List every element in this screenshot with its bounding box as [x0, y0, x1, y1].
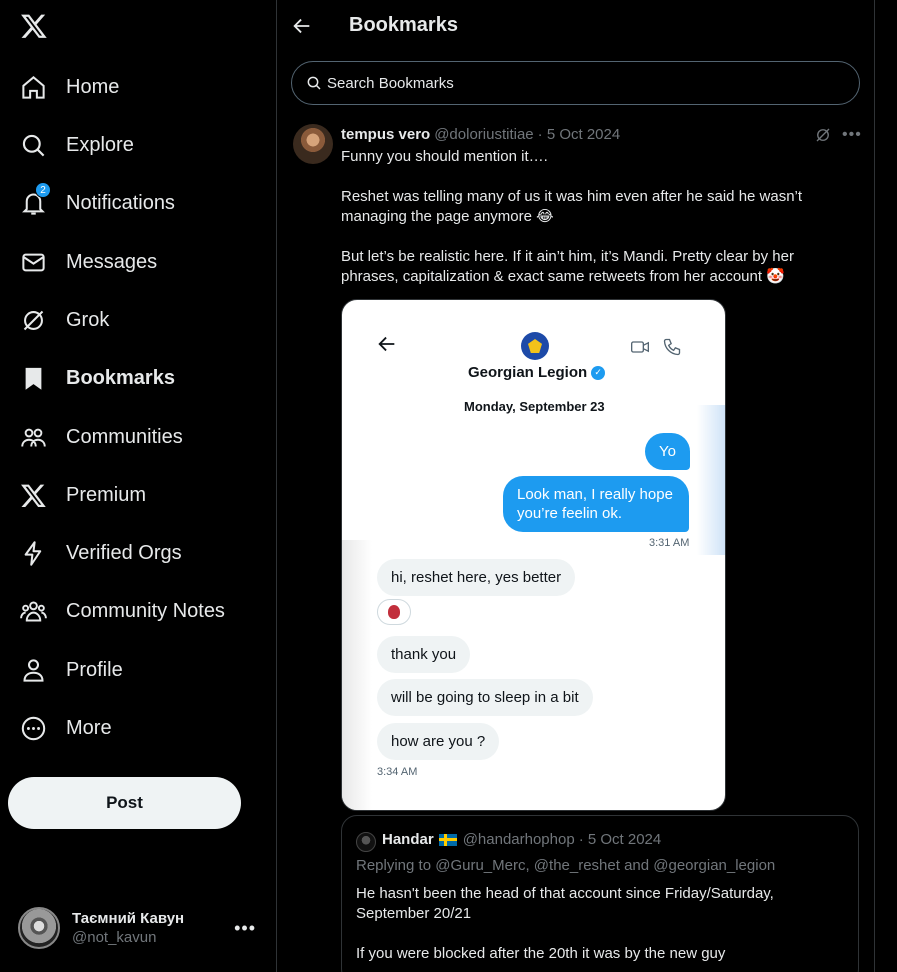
- sidebar-item-label: Verified Orgs: [66, 541, 182, 564]
- sidebar-item-verified-orgs[interactable]: Verified Orgs: [18, 531, 182, 575]
- quoted-author-name: Handar: [382, 831, 434, 848]
- blurred-edge: [697, 405, 725, 555]
- tweet-actions: •••: [814, 126, 862, 144]
- tweet-text: Funny you should mention it…. Reshet was…: [341, 148, 803, 285]
- notification-badge: 2: [35, 182, 51, 198]
- person-icon: [18, 655, 48, 685]
- sidebar-item-label: Notifications: [66, 191, 175, 214]
- quoted-tweet-header: Handar @handarhophop · 5 Oct 2024: [382, 831, 661, 848]
- search-input[interactable]: [327, 74, 827, 92]
- sent-message: Look man, I really hope you’re feelin ok…: [503, 476, 689, 532]
- received-message: how are you ?: [377, 723, 500, 760]
- post-button[interactable]: Post: [8, 777, 241, 829]
- page-title: Bookmarks: [349, 14, 458, 36]
- quoted-author-handle: @handarhophop: [462, 831, 575, 848]
- quoted-tweet[interactable]: Handar @handarhophop · 5 Oct 2024 Replyi…: [341, 815, 859, 972]
- home-icon: [18, 72, 48, 102]
- dm-date: Monday, September 23: [464, 399, 605, 414]
- account-switcher[interactable]: Таємний Кавун @not_kavun •••: [18, 903, 268, 953]
- phone-icon: [663, 338, 681, 356]
- sidebar-item-label: Explore: [66, 133, 134, 156]
- sidebar-item-label: Grok: [66, 308, 110, 331]
- page-header: Bookmarks: [277, 0, 876, 54]
- grok-icon: [18, 305, 48, 335]
- sidebar-item-communities[interactable]: Communities: [18, 415, 183, 459]
- communities-icon: [18, 422, 48, 452]
- sweden-flag-icon: [438, 833, 457, 846]
- received-message: hi, reshet here, yes better: [377, 559, 576, 596]
- lightning-icon: [18, 538, 48, 568]
- sent-message: Yo: [645, 433, 690, 470]
- sidebar-item-home[interactable]: Home: [18, 65, 119, 109]
- main-column: Bookmarks tempus vero @doloriustitiae · …: [276, 0, 875, 972]
- sidebar-item-messages[interactable]: Messages: [18, 240, 157, 284]
- message-timestamp: 3:34 AM: [377, 766, 418, 778]
- contact-avatar: [521, 332, 549, 360]
- video-call-icon: [631, 341, 649, 353]
- tweet-author-name[interactable]: tempus vero: [341, 126, 430, 143]
- search-icon: [307, 76, 321, 90]
- sidebar-item-bookmarks[interactable]: Bookmarks: [18, 356, 175, 400]
- sidebar-item-premium[interactable]: Premium: [18, 473, 146, 517]
- received-message: will be going to sleep in a bit: [377, 679, 593, 716]
- community-notes-icon: [18, 596, 48, 626]
- tweet-header: tempus vero @doloriustitiae · 5 Oct 2024: [341, 126, 620, 143]
- received-message: thank you: [377, 636, 471, 673]
- account-name: Таємний Кавун: [72, 910, 185, 927]
- sidebar-item-label: Messages: [66, 250, 158, 273]
- bell-icon: 2: [18, 182, 51, 218]
- sidebar-item-profile[interactable]: Profile: [18, 648, 123, 692]
- more-icon[interactable]: •••: [234, 918, 256, 939]
- back-arrow-icon: [378, 336, 395, 352]
- avatar[interactable]: [293, 124, 333, 164]
- sidebar-item-grok[interactable]: Grok: [18, 298, 109, 342]
- sidebar-item-label: Home: [66, 75, 120, 98]
- account-handle: @not_kavun: [72, 929, 157, 946]
- sidebar-item-label: Communities: [66, 425, 183, 448]
- sidebar-item-label: Premium: [66, 483, 147, 506]
- tweet-date[interactable]: · 5 Oct 2024: [538, 126, 621, 143]
- search-bar[interactable]: [291, 61, 860, 105]
- bookmark-icon: [18, 363, 48, 393]
- sidebar-item-label: Profile: [66, 658, 123, 681]
- more-icon[interactable]: •••: [842, 126, 862, 144]
- avatar: [18, 907, 60, 949]
- search-icon: [18, 130, 48, 160]
- verified-badge-icon: ✓: [591, 365, 606, 380]
- sidebar-item-community-notes[interactable]: Community Notes: [18, 589, 225, 633]
- blurred-edge: [342, 540, 372, 810]
- quoted-tweet-text: He hasn't been the head of that account …: [356, 885, 774, 962]
- tweet-media-image[interactable]: Georgian Legion ✓ Monday, September 23 Y…: [341, 299, 726, 811]
- heart-reaction-icon: [377, 599, 411, 625]
- call-icons: [630, 337, 682, 357]
- avatar: [356, 832, 376, 852]
- tweet-author-handle[interactable]: @doloriustitiae: [434, 126, 533, 143]
- sidebar-item-label: Bookmarks: [66, 366, 175, 389]
- replying-to: Replying to @Guru_Merc, @the_reshet and …: [356, 857, 776, 874]
- sidebar-item-more[interactable]: More: [18, 706, 112, 750]
- more-circle-icon: [18, 713, 48, 743]
- back-arrow-icon[interactable]: [291, 15, 315, 39]
- sidebar: Home Explore 2 Notifications Messages Gr…: [0, 0, 276, 972]
- contact-name-text: Georgian Legion: [468, 364, 588, 381]
- message-timestamp: 3:31 AM: [649, 537, 690, 549]
- sidebar-item-label: Community Notes: [66, 599, 225, 622]
- sidebar-item-explore[interactable]: Explore: [18, 123, 134, 167]
- sidebar-item-label: More: [66, 716, 112, 739]
- envelope-icon: [18, 247, 48, 277]
- x-logo-icon[interactable]: [20, 12, 48, 40]
- grok-icon[interactable]: [814, 126, 832, 144]
- sidebar-item-notifications[interactable]: 2 Notifications: [18, 181, 175, 225]
- x-logo-icon: [18, 480, 48, 510]
- quoted-tweet-date: · 5 Oct 2024: [578, 831, 662, 848]
- contact-name: Georgian Legion ✓: [468, 364, 606, 381]
